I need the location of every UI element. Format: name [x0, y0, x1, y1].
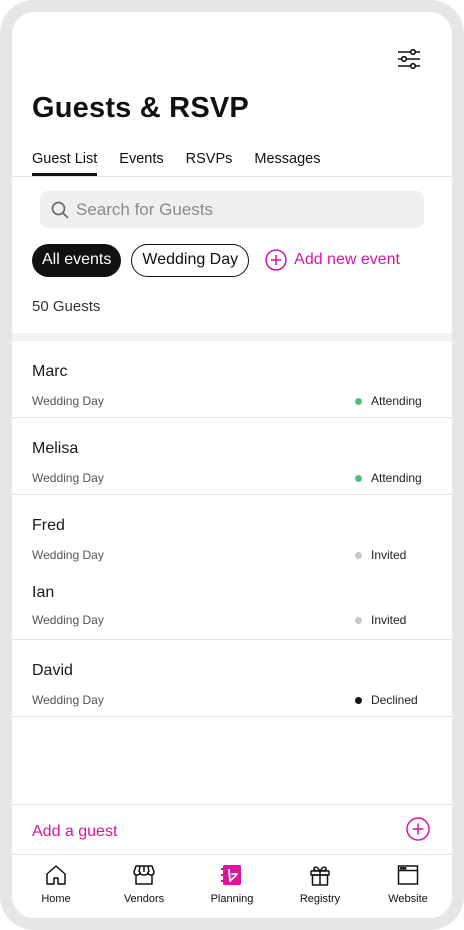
- nav-vendors[interactable]: Vendors: [100, 855, 188, 918]
- guest-event: Wedding Day: [32, 471, 104, 485]
- guest-row[interactable]: Marc Wedding Day Attending: [12, 341, 452, 408]
- rsvp-status: Attending: [355, 394, 422, 408]
- chip-all-events[interactable]: All events: [32, 243, 122, 277]
- search-icon: [51, 201, 69, 219]
- status-dot: [355, 474, 362, 482]
- add-guest-button[interactable]: [406, 817, 430, 841]
- filter-button[interactable]: [396, 46, 422, 72]
- guest-list: Marc Wedding Day Attending Melisa Weddin…: [12, 341, 452, 717]
- guest-row[interactable]: Melisa Wedding Day Attending: [12, 418, 452, 485]
- guest-group: Marc Wedding Day Attending: [12, 341, 452, 418]
- tab-guest-list[interactable]: Guest List: [32, 150, 98, 176]
- guest-group: Fred Wedding Day Invited Ian Wedding Day…: [12, 495, 452, 640]
- page-title: Guests & RSVP: [32, 92, 249, 124]
- bottom-nav: Home Vendors Planning Registry Website: [12, 855, 452, 918]
- nav-label: Website: [388, 893, 428, 905]
- gift-icon: [310, 866, 330, 886]
- tab-messages[interactable]: Messages: [254, 150, 320, 176]
- plus-circle-icon: [406, 817, 430, 841]
- nav-planning[interactable]: Planning: [188, 855, 276, 918]
- nav-label: Vendors: [123, 893, 165, 905]
- rsvp-status: Attending: [355, 471, 422, 485]
- rsvp-status: Declined: [355, 693, 418, 707]
- tab-rsvps[interactable]: RSVPs: [186, 150, 233, 176]
- device-frame: Guests & RSVP Guest List Events RSVPs Me…: [0, 0, 464, 930]
- guest-event: Wedding Day: [32, 394, 104, 408]
- planning-icon: [221, 865, 241, 885]
- guest-count: 50 Guests: [32, 298, 101, 315]
- add-new-event-button[interactable]: Add new event: [265, 249, 400, 271]
- rsvp-status: Invited: [355, 548, 406, 562]
- guest-group: Melisa Wedding Day Attending: [12, 418, 452, 495]
- status-dot: [355, 397, 362, 405]
- guest-event: Wedding Day: [32, 693, 104, 707]
- add-new-event-label: Add new event: [294, 251, 400, 268]
- divider: [12, 176, 452, 177]
- add-guest-link[interactable]: Add a guest: [32, 823, 117, 841]
- guest-name: David: [32, 662, 73, 679]
- guest-event: Wedding Day: [32, 613, 104, 627]
- app-screen: Guests & RSVP Guest List Events RSVPs Me…: [12, 12, 452, 918]
- guest-name: Fred: [32, 517, 65, 534]
- browser-window-icon: [397, 865, 419, 885]
- tab-events[interactable]: Events: [119, 150, 163, 176]
- status-dot: [355, 616, 362, 624]
- section-separator: [12, 333, 452, 341]
- nav-website[interactable]: Website: [364, 855, 452, 918]
- sliders-icon: [398, 48, 420, 70]
- home-icon: [46, 865, 66, 885]
- nav-label: Home: [41, 893, 71, 905]
- guest-name: Ian: [32, 584, 55, 601]
- storefront-icon: [133, 865, 155, 885]
- search-bar[interactable]: [40, 191, 424, 228]
- plus-circle-icon: [265, 249, 287, 271]
- rsvp-status-label: Attending: [371, 394, 422, 408]
- nav-label: Planning: [210, 893, 254, 905]
- tab-bar: Guest List Events RSVPs Messages: [32, 150, 320, 176]
- rsvp-status-label: Invited: [371, 548, 407, 562]
- nav-label: Registry: [299, 893, 341, 905]
- guest-group: David Wedding Day Declined: [12, 640, 452, 717]
- guest-row[interactable]: David Wedding Day Declined: [12, 640, 452, 707]
- nav-home[interactable]: Home: [12, 855, 100, 918]
- rsvp-status: Invited: [355, 613, 406, 627]
- event-filter-row: All events Wedding Day Add new event: [32, 243, 400, 277]
- rsvp-status-label: Invited: [371, 613, 407, 627]
- guest-row[interactable]: Ian Wedding Day Invited: [12, 562, 452, 630]
- nav-registry[interactable]: Registry: [276, 855, 364, 918]
- add-guest-bar: Add a guest: [12, 804, 452, 855]
- status-dot: [355, 551, 362, 559]
- guest-name: Marc: [32, 363, 68, 380]
- rsvp-status-label: Declined: [371, 693, 418, 707]
- search-input[interactable]: [76, 199, 406, 220]
- guest-row[interactable]: Fred Wedding Day Invited: [12, 495, 452, 562]
- guest-name: Melisa: [32, 440, 79, 457]
- status-dot: [355, 696, 362, 704]
- rsvp-status-label: Attending: [371, 471, 422, 485]
- chip-wedding-day[interactable]: Wedding Day: [131, 243, 250, 277]
- guest-event: Wedding Day: [32, 548, 104, 562]
